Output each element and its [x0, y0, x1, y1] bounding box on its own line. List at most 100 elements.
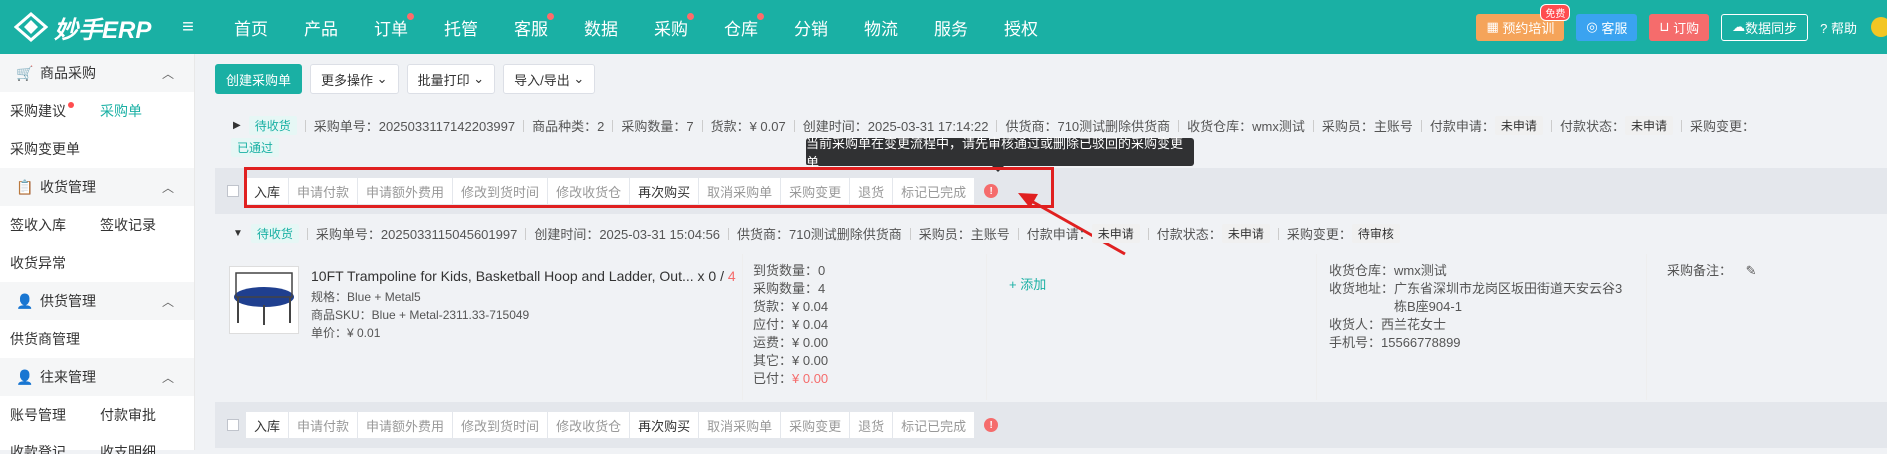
product-image[interactable] — [229, 266, 299, 334]
sidebar-group-accounts[interactable]: 👤 往来管理 ︿ — [0, 358, 194, 396]
logo-text: 妙手ERP — [54, 16, 152, 44]
subscribe-button[interactable]: ⊔ 订购 — [1649, 13, 1710, 41]
headset-icon: ◎ — [1586, 19, 1602, 34]
notification-dot — [407, 12, 414, 20]
chevron-down-icon: ⌄ — [376, 71, 388, 86]
paid-amount: ¥ 0.00 — [792, 371, 829, 386]
sidebar-item-sign-in[interactable]: 签收入库 — [10, 215, 66, 235]
chevron-up-icon: ︿ — [162, 294, 175, 309]
sidebar-item-ledger[interactable]: 收支明细 — [100, 442, 156, 454]
apply-extra-fee-button[interactable]: 申请额外费用 — [358, 412, 454, 438]
training-button[interactable]: ▦ 预约培训 免费 — [1476, 3, 1571, 41]
sidebar-group-receiving[interactable]: 📋 收货管理 ︿ — [0, 168, 194, 206]
sidebar-item-change[interactable]: 采购变更单 — [10, 139, 80, 159]
order-actions-bar: 入库 申请付款 申请额外费用 修改到货时间 修改收货仓 再次购买 取消采购单 采… — [215, 402, 1887, 448]
buyer: 采购员：主账号 — [918, 227, 1010, 242]
sidebar-row: 采购建议 采购单 — [0, 92, 194, 130]
sidebar-item-order[interactable]: 采购单 — [100, 101, 142, 121]
data-sync-button[interactable]: ☁ 数据同步 — [1721, 13, 1809, 41]
caret-down-icon[interactable]: ▼ — [233, 228, 243, 239]
order-detail: 10FT Trampoline for Kids, Basketball Hoo… — [215, 254, 1887, 400]
row-checkbox[interactable] — [227, 419, 239, 431]
sidebar-item-account[interactable]: 账号管理 — [10, 405, 66, 425]
pay-status: 未申请 — [1221, 224, 1270, 243]
clipboard-icon: 📋 — [16, 178, 34, 195]
notification-dot — [687, 12, 694, 20]
nav-home[interactable]: 首页 — [216, 15, 286, 40]
return-button[interactable]: 退货 — [850, 412, 894, 438]
nav-purchase[interactable]: 采购 — [636, 12, 706, 40]
nav-orders[interactable]: 订单 — [356, 12, 426, 40]
logo-icon — [14, 12, 48, 42]
cart-icon: 🛒 — [16, 64, 34, 81]
notification-dot — [68, 102, 74, 108]
cancel-order-button[interactable]: 取消采购单 — [699, 412, 782, 438]
nav-hosting[interactable]: 托管 — [426, 15, 496, 40]
nav-authorization[interactable]: 授权 — [986, 15, 1056, 40]
receiver-phone: 手机号：15566778899 — [1329, 335, 1461, 350]
sidebar-item-exception[interactable]: 收货异常 — [10, 253, 66, 273]
sidebar-row: 签收入库 签收记录 — [0, 206, 194, 244]
purchase-change-button[interactable]: 采购变更 — [781, 412, 851, 438]
nav-logistics[interactable]: 物流 — [846, 15, 916, 40]
change-flow-tooltip: 当前采购单在变更流程中，请先审核通过或删除已驳回的采购变更单 — [806, 136, 1194, 172]
purchased-qty: 采购数量：4 — [753, 281, 826, 296]
add-logistics-link[interactable]: + 添加 — [1009, 277, 1046, 292]
pay-apply-label: 付款申请： — [1429, 119, 1495, 134]
product-title-row: 10FT Trampoline for Kids, Basketball Hoo… — [311, 268, 736, 284]
nav-customer-service[interactable]: 客服 — [496, 12, 566, 40]
caret-right-icon[interactable]: ▶ — [233, 120, 241, 131]
nav-data[interactable]: 数据 — [566, 15, 636, 40]
other-amount: 其它：¥ 0.00 — [753, 353, 829, 368]
apply-payment-button[interactable]: 申请付款 — [289, 412, 359, 438]
nav-distribution[interactable]: 分销 — [776, 15, 846, 40]
buy-again-button[interactable]: 再次购买 — [630, 412, 700, 438]
more-actions-dropdown[interactable]: 更多操作 ⌄ — [310, 64, 399, 94]
remark-cell: 采购备注： ✎ — [1647, 254, 1887, 400]
import-export-dropdown[interactable]: 导入/导出 ⌄ — [503, 64, 596, 94]
sidebar-item-supplier[interactable]: 供货商管理 — [10, 329, 80, 349]
sidebar-item-suggest[interactable]: 采购建议 — [10, 101, 66, 121]
product-cell: 10FT Trampoline for Kids, Basketball Hoo… — [215, 254, 743, 400]
amounts-cell: 到货数量：0 采购数量：4 货款：¥ 0.04 应付：¥ 0.04 运费：¥ 0… — [743, 254, 987, 400]
nav-warehouse[interactable]: 仓库 — [706, 12, 776, 40]
menu-toggle-icon[interactable]: ≡ — [178, 16, 198, 39]
sidebar: 🛒 商品采购 ︿ 采购建议 采购单 采购变更单 📋 收货管理 ︿ 签收入库 签收… — [0, 54, 195, 454]
pay-status-label: 付款状态： — [1156, 227, 1222, 242]
warning-icon[interactable]: ! — [984, 418, 999, 432]
cloud-icon: ☁ — [1732, 19, 1746, 34]
cart-icon: ⊔ — [1659, 19, 1674, 34]
chevron-down-icon: ⌄ — [473, 71, 485, 86]
row-checkbox[interactable] — [227, 185, 239, 197]
order-header: ▼ 待收货 采购单号：2025033115045601997 创建时间：2025… — [215, 224, 1887, 243]
sidebar-row: 采购变更单 — [0, 130, 194, 168]
receiver-cell: 收货仓库：wmx测试 收货地址： 广东省深圳市龙岗区坂田街道天安云谷3 栋B座90… — [1317, 254, 1647, 400]
modify-warehouse-button[interactable]: 修改收货仓 — [548, 412, 631, 438]
product-meta: 规格：Blue + Metal5 商品SKU：Blue + Metal-2311… — [311, 288, 529, 342]
sidebar-item-receipt[interactable]: 收款登记 — [10, 442, 66, 454]
edit-icon[interactable]: ✎ — [1746, 263, 1757, 278]
nav-services[interactable]: 服务 — [916, 15, 986, 40]
customer-service-button[interactable]: ◎ 客服 — [1576, 13, 1638, 41]
product-sku: 商品SKU：Blue + Metal-2311.33-715049 — [311, 308, 530, 322]
sidebar-item-payment[interactable]: 付款审批 — [100, 405, 156, 425]
sidebar-group-purchase[interactable]: 🛒 商品采购 ︿ — [0, 54, 194, 92]
logistics-cell: + 添加 — [987, 254, 1317, 400]
sidebar-group-supplier[interactable]: 👤 供货管理 ︿ — [0, 282, 194, 320]
help-link[interactable]: ? 帮助 — [1820, 18, 1857, 37]
modify-arrival-time-button[interactable]: 修改到货时间 — [453, 412, 549, 438]
batch-print-dropdown[interactable]: 批量打印 ⌄ — [406, 64, 496, 94]
mark-complete-button[interactable]: 标记已完成 — [893, 412, 976, 438]
product-kinds: 商品种类：2 — [532, 119, 605, 134]
app-logo[interactable]: 妙手ERP — [14, 10, 174, 45]
receiver-warehouse: 收货仓库：wmx测试 — [1329, 263, 1447, 278]
avatar[interactable] — [1871, 17, 1887, 37]
change-label: 采购变更： — [1689, 119, 1755, 134]
sidebar-item-sign-log[interactable]: 签收记录 — [100, 215, 156, 235]
nav-products[interactable]: 产品 — [286, 15, 356, 40]
pay-apply-label: 付款申请： — [1026, 227, 1092, 242]
stock-in-button[interactable]: 入库 — [246, 412, 290, 438]
create-purchase-button[interactable]: 创建采购单 — [215, 64, 303, 94]
product-title[interactable]: 10FT Trampoline for Kids, Basketball Hoo… — [311, 268, 694, 284]
pay-apply-status: 未申请 — [1494, 116, 1543, 135]
